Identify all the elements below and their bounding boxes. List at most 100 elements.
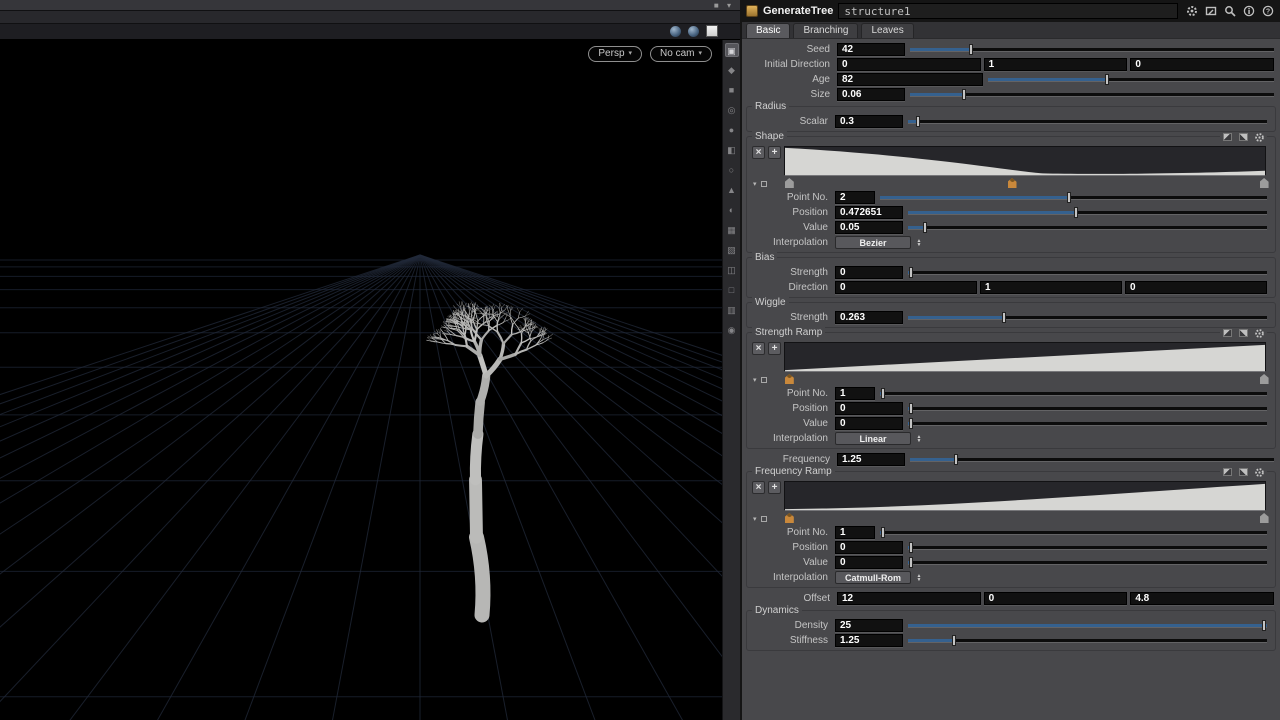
node-name-field[interactable]: structure1 (838, 3, 1178, 19)
spinner-arrows-icon[interactable]: ▲▼ (914, 435, 924, 443)
ramp-delete-point-button[interactable]: × (752, 481, 765, 494)
age-slider[interactable] (988, 73, 1274, 86)
frequency-ramp-curve[interactable] (784, 481, 1266, 511)
viewport-layout-icon[interactable] (706, 25, 718, 37)
display-options-icon[interactable]: ◉ (725, 323, 739, 337)
freq-position-field[interactable]: 0 (835, 541, 903, 554)
info-icon[interactable] (1242, 5, 1255, 18)
shading-sphere-icon[interactable] (670, 26, 681, 37)
ramp-collapse-icon[interactable]: ▾ (753, 180, 757, 188)
ramp-point-handle-selected[interactable] (1008, 178, 1017, 188)
size-slider[interactable] (910, 88, 1274, 101)
gear-icon[interactable] (1185, 5, 1198, 18)
ramp-point-handle[interactable] (1260, 513, 1269, 523)
offset-y-field[interactable]: 0 (984, 592, 1128, 605)
ramp-preset-icon[interactable] (1222, 132, 1233, 142)
ramp-add-point-button[interactable]: + (768, 146, 781, 159)
density-field[interactable]: 25 (835, 619, 903, 632)
bias-strength-slider[interactable] (908, 266, 1267, 279)
shape-interpolation-dropdown[interactable]: Bezier (835, 236, 911, 249)
density-slider[interactable] (908, 619, 1267, 632)
handle-icon[interactable]: ▧ (725, 243, 739, 257)
size-field[interactable]: 0.06 (837, 88, 905, 101)
ramp-options-gear-icon[interactable] (1254, 328, 1265, 338)
strength-point-no-slider[interactable] (880, 387, 1267, 400)
lock-icon[interactable]: ■ (725, 83, 739, 97)
tab-branching[interactable]: Branching (793, 23, 858, 38)
freq-point-no-slider[interactable] (880, 526, 1267, 539)
ramp-point-handle[interactable] (1260, 374, 1269, 384)
3d-viewport-pane[interactable]: ■ ▾ Persp ▾ No cam ▾ ▣◆■◎●◧○▲◐▦▧◫□▥◉ (0, 0, 740, 720)
ramp-point-handle-selected[interactable] (785, 513, 794, 523)
tab-basic[interactable]: Basic (746, 23, 790, 38)
ramp-preset-icon[interactable] (1222, 467, 1233, 477)
bias-direction-z-field[interactable]: 0 (1125, 281, 1267, 294)
scalar-slider[interactable] (908, 115, 1267, 128)
strength-value-field[interactable]: 0 (835, 417, 903, 430)
freq-point-no-field[interactable]: 1 (835, 526, 875, 539)
strength-point-no-field[interactable]: 1 (835, 387, 875, 400)
group-icon[interactable]: □ (725, 283, 739, 297)
help-icon[interactable]: ? (1261, 5, 1274, 18)
search-icon[interactable] (1223, 5, 1236, 18)
initial-direction-y-field[interactable]: 1 (984, 58, 1128, 71)
shape-ramp-curve[interactable] (784, 146, 1266, 176)
frequency-field[interactable]: 1.25 (837, 453, 905, 466)
spinner-arrows-icon[interactable]: ▲▼ (914, 574, 924, 582)
age-field[interactable]: 82 (837, 73, 983, 86)
perspective-view-button[interactable]: Persp ▾ (588, 46, 642, 62)
strength-ramp-curve[interactable] (784, 342, 1266, 372)
initial-direction-z-field[interactable]: 0 (1130, 58, 1274, 71)
shape-position-field[interactable]: 0.472651 (835, 206, 903, 219)
strength-interpolation-dropdown[interactable]: Linear (835, 432, 911, 445)
ramp-add-point-button[interactable]: + (768, 342, 781, 355)
ramp-point-handle[interactable] (785, 178, 794, 188)
strength-position-slider[interactable] (908, 402, 1267, 415)
ramp-collapse-icon[interactable]: ▾ (753, 376, 757, 384)
ramp-point-handle[interactable] (1260, 178, 1269, 188)
ramp-delete-point-button[interactable]: × (752, 342, 765, 355)
ramp-options-gear-icon[interactable] (1254, 132, 1265, 142)
bias-direction-x-field[interactable]: 0 (835, 281, 977, 294)
light-icon[interactable]: ○ (725, 163, 739, 177)
bias-strength-field[interactable]: 0 (835, 266, 903, 279)
ramp-copy-icon[interactable] (1238, 328, 1249, 338)
freq-value-field[interactable]: 0 (835, 556, 903, 569)
shape-point-no-field[interactable]: 2 (835, 191, 875, 204)
pane-corner-controls[interactable]: ■ ▾ (714, 1, 734, 10)
frequency-slider[interactable] (910, 453, 1274, 466)
wire-icon[interactable]: ◐ (725, 203, 739, 217)
tab-leaves[interactable]: Leaves (861, 23, 913, 38)
ramp-collapse-icon[interactable]: ▾ (753, 515, 757, 523)
snap-icon[interactable]: ● (725, 123, 739, 137)
viewport-canvas[interactable] (0, 40, 722, 720)
shape-value-field[interactable]: 0.05 (835, 221, 903, 234)
view-layout-icon[interactable]: ▣ (725, 43, 739, 57)
points-icon[interactable]: ◫ (725, 263, 739, 277)
strength-value-slider[interactable] (908, 417, 1267, 430)
wiggle-strength-field[interactable]: 0.263 (835, 311, 903, 324)
scalar-field[interactable]: 0.3 (835, 115, 903, 128)
ramp-options-gear-icon[interactable] (1254, 467, 1265, 477)
ramp-expand-icon[interactable] (761, 516, 767, 522)
material-sphere-icon[interactable] (688, 26, 699, 37)
offset-x-field[interactable]: 12 (837, 592, 981, 605)
ramp-copy-icon[interactable] (1238, 132, 1249, 142)
seed-slider[interactable] (910, 43, 1274, 56)
crosshair-icon[interactable]: ◎ (725, 103, 739, 117)
camera-icon[interactable]: ◧ (725, 143, 739, 157)
wiggle-strength-slider[interactable] (908, 311, 1267, 324)
freq-position-slider[interactable] (908, 541, 1267, 554)
ramp-copy-icon[interactable] (1238, 467, 1249, 477)
select-icon[interactable]: ◆ (725, 63, 739, 77)
seed-field[interactable]: 42 (837, 43, 905, 56)
normals-icon[interactable]: ▦ (725, 223, 739, 237)
stiffness-field[interactable]: 1.25 (835, 634, 903, 647)
offset-z-field[interactable]: 4.8 (1130, 592, 1274, 605)
template-icon[interactable]: ▥ (725, 303, 739, 317)
shape-point-no-slider[interactable] (880, 191, 1267, 204)
initial-direction-x-field[interactable]: 0 (837, 58, 981, 71)
shape-position-slider[interactable] (908, 206, 1267, 219)
ramp-add-point-button[interactable]: + (768, 481, 781, 494)
freq-interpolation-dropdown[interactable]: Catmull-Rom (835, 571, 911, 584)
